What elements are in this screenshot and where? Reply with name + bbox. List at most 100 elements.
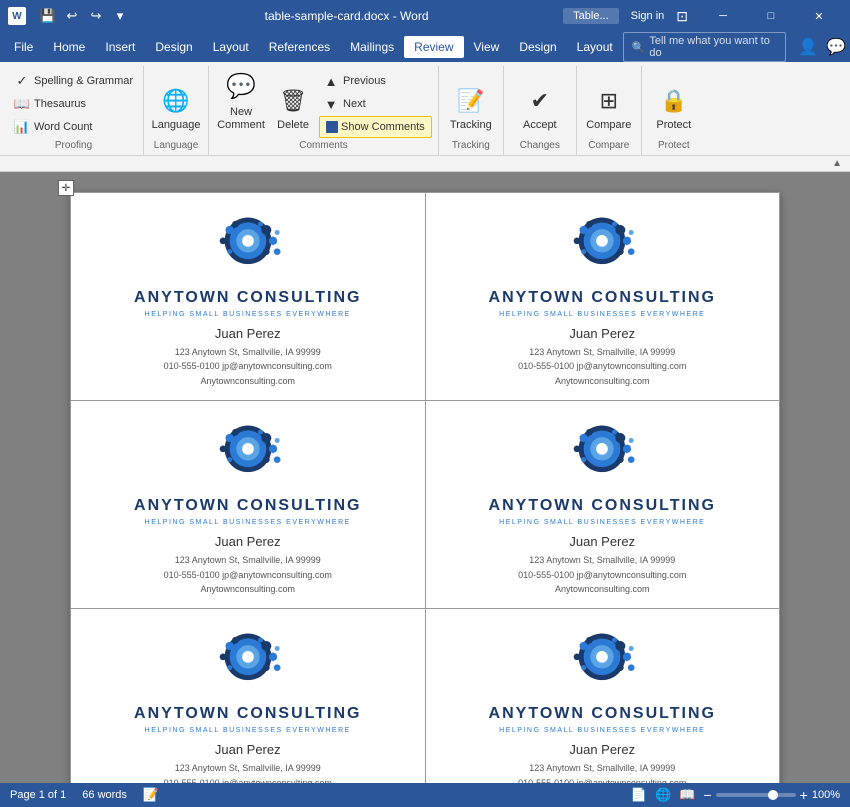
ribbon-collapse-label[interactable]: Table... <box>563 8 618 24</box>
comments-icon[interactable]: 💬 <box>826 37 846 57</box>
document-area: ✛ <box>0 172 850 787</box>
save-button[interactable]: 💾 <box>38 6 58 26</box>
person-name-4: Juan Perez <box>569 534 635 549</box>
zoom-level[interactable]: 100% <box>812 789 840 801</box>
contact-info-1: 123 Anytown St, Smallville, IA 99999 010… <box>164 345 332 388</box>
card-content-5: ANYTOWN CONSULTING HELPING SMALL BUSINES… <box>79 621 417 787</box>
menu-review[interactable]: Review <box>404 36 463 58</box>
minimize-button[interactable]: ─ <box>700 0 746 32</box>
word-count-status: 66 words <box>82 789 127 801</box>
company-tagline-4: HELPING SMALL BUSINESSES EVERYWHERE <box>499 519 705 526</box>
table-row: ANYTOWN CONSULTING HELPING SMALL BUSINES… <box>71 609 780 787</box>
thesaurus-button[interactable]: 📖 Thesaurus <box>10 93 137 115</box>
person-name-6: Juan Perez <box>569 742 635 757</box>
delete-comment-button[interactable]: 🗑 Delete <box>271 68 315 134</box>
tracking-button[interactable]: 📝 Tracking <box>445 68 497 134</box>
compare-button[interactable]: ⊞ Compare <box>583 68 635 134</box>
previous-comment-button[interactable]: ▲ Previous <box>319 70 432 92</box>
compare-icon: ⊞ <box>593 85 625 117</box>
card-content-1: ANYTOWN CONSULTING HELPING SMALL BUSINES… <box>79 205 417 388</box>
company-tagline-3: HELPING SMALL BUSINESSES EVERYWHERE <box>145 519 351 526</box>
zoom-in-button[interactable]: + <box>800 787 808 803</box>
person-name-5: Juan Perez <box>215 742 281 757</box>
tell-me-input[interactable]: 🔍 Tell me what you want to do <box>623 32 786 62</box>
language-status-icon: 📝 <box>143 787 159 803</box>
company-tagline-1: HELPING SMALL BUSINESSES EVERYWHERE <box>145 311 351 318</box>
ribbon-collapse-bar: ▲ <box>0 156 850 172</box>
menubar: File Home Insert Design Layout Reference… <box>0 32 850 62</box>
tracking-icon: 📝 <box>455 85 487 117</box>
protect-icon: 🔒 <box>658 85 690 117</box>
menu-references[interactable]: References <box>259 36 340 58</box>
company-name-2: ANYTOWN CONSULTING <box>489 289 716 307</box>
titlebar-left: W 💾 ↩ ↪ ▾ <box>8 6 130 26</box>
user-icon[interactable]: 👤 <box>798 37 818 57</box>
company-logo-4 <box>552 413 652 493</box>
company-name-6: ANYTOWN CONSULTING <box>489 705 716 723</box>
table-row: ANYTOWN CONSULTING HELPING SMALL BUSINES… <box>71 401 780 609</box>
contact-info-2: 123 Anytown St, Smallville, IA 99999 010… <box>518 345 686 388</box>
language-button[interactable]: 🌐 Language <box>150 68 202 134</box>
menu-home[interactable]: Home <box>43 36 95 58</box>
company-logo-3 <box>198 413 298 493</box>
delete-icon: 🗑 <box>277 85 309 117</box>
menu-layout[interactable]: Layout <box>203 36 259 58</box>
thesaurus-icon: 📖 <box>14 96 30 112</box>
protect-button[interactable]: 🔒 Protect <box>648 68 700 134</box>
redo-button[interactable]: ↪ <box>86 6 106 26</box>
view-web-icon[interactable]: 🌐 <box>655 787 671 803</box>
company-logo-1 <box>198 205 298 285</box>
view-print-icon[interactable]: 📄 <box>631 787 647 803</box>
business-card-table: ANYTOWN CONSULTING HELPING SMALL BUSINES… <box>70 192 780 787</box>
show-comments-icon <box>326 121 338 133</box>
customize-qat-button[interactable]: ▾ <box>110 6 130 26</box>
company-name-3: ANYTOWN CONSULTING <box>134 497 361 515</box>
zoom-track[interactable] <box>716 793 796 797</box>
person-name-1: Juan Perez <box>215 326 281 341</box>
menu-layout2[interactable]: Layout <box>567 36 623 58</box>
menu-design[interactable]: Design <box>145 36 202 58</box>
company-tagline-5: HELPING SMALL BUSINESSES EVERYWHERE <box>145 727 351 734</box>
ribbon-group-proofing: ✓ Spelling & Grammar 📖 Thesaurus 📊 Word … <box>4 66 144 155</box>
menu-insert[interactable]: Insert <box>95 36 145 58</box>
menu-mailings[interactable]: Mailings <box>340 36 404 58</box>
collapse-ribbon-button[interactable]: ▲ <box>828 158 846 169</box>
previous-icon: ▲ <box>323 73 339 89</box>
card-cell-3: ANYTOWN CONSULTING HELPING SMALL BUSINES… <box>71 401 426 609</box>
card-cell-5: ANYTOWN CONSULTING HELPING SMALL BUSINES… <box>71 609 426 787</box>
card-content-6: ANYTOWN CONSULTING HELPING SMALL BUSINES… <box>434 621 772 787</box>
sign-in-button[interactable]: Sign in <box>631 10 665 22</box>
zoom-thumb[interactable] <box>768 790 778 800</box>
company-logo-6 <box>552 621 652 701</box>
table-row: ANYTOWN CONSULTING HELPING SMALL BUSINES… <box>71 193 780 401</box>
new-comment-button[interactable]: 💬 New Comment <box>215 68 267 134</box>
view-read-icon[interactable]: 📖 <box>679 787 695 803</box>
maximize-button[interactable]: □ <box>748 0 794 32</box>
zoom-out-button[interactable]: − <box>703 787 711 803</box>
restore-window-button[interactable]: ⊡ <box>676 8 688 25</box>
language-icon: 🌐 <box>160 85 192 117</box>
show-comments-button[interactable]: Show Comments <box>319 116 432 138</box>
next-icon: ▼ <box>323 96 339 112</box>
spelling-grammar-button[interactable]: ✓ Spelling & Grammar <box>10 70 137 92</box>
new-comment-icon: 💬 <box>225 72 257 104</box>
undo-button[interactable]: ↩ <box>62 6 82 26</box>
word-count-button[interactable]: 📊 Word Count <box>10 116 137 138</box>
menu-view[interactable]: View <box>464 36 510 58</box>
company-name-5: ANYTOWN CONSULTING <box>134 705 361 723</box>
ribbon-group-changes: ✔ Accept Changes <box>504 66 577 155</box>
ribbon-group-compare: ⊞ Compare Compare <box>577 66 642 155</box>
word-icon: W <box>8 7 26 25</box>
accept-button[interactable]: ✔ Accept <box>510 68 570 134</box>
menu-design2[interactable]: Design <box>509 36 566 58</box>
next-comment-button[interactable]: ▼ Next <box>319 93 432 115</box>
zoom-bar: − + 100% <box>703 787 840 803</box>
close-button[interactable]: ✕ <box>796 0 842 32</box>
window-title: table-sample-card.docx - Word <box>130 9 563 23</box>
company-tagline-2: HELPING SMALL BUSINESSES EVERYWHERE <box>499 311 705 318</box>
card-cell-2: ANYTOWN CONSULTING HELPING SMALL BUSINES… <box>425 193 780 401</box>
statusbar: Page 1 of 1 66 words 📝 📄 🌐 📖 − + 100% <box>0 783 850 807</box>
company-logo-2 <box>552 205 652 285</box>
menu-file[interactable]: File <box>4 36 43 58</box>
table-move-handle[interactable]: ✛ <box>58 180 74 196</box>
